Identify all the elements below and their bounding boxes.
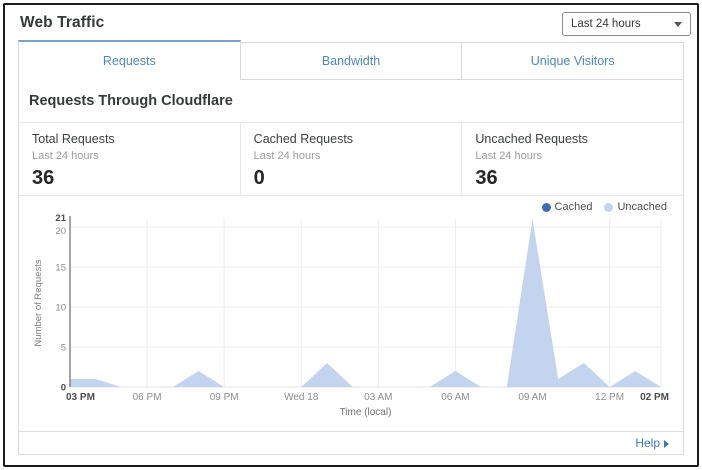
- section-heading: Requests Through Cloudflare: [29, 93, 233, 109]
- svg-text:10: 10: [55, 303, 66, 314]
- svg-text:20: 20: [55, 226, 66, 237]
- stat-sublabel: Last 24 hours: [32, 150, 230, 162]
- stat-sublabel: Last 24 hours: [475, 150, 673, 162]
- panel-footer: Help: [19, 431, 683, 454]
- svg-text:06 PM: 06 PM: [133, 392, 162, 403]
- tab-unique-visitors-label: Unique Visitors: [531, 54, 615, 68]
- stat-value: 36: [32, 167, 230, 190]
- svg-text:21: 21: [55, 213, 66, 224]
- stat-value: 36: [475, 167, 673, 190]
- requests-chart[interactable]: 051015202103 PM06 PM09 PMWed 1803 AM06 A…: [19, 210, 685, 425]
- panel-header: Web Traffic: [20, 5, 104, 41]
- svg-text:06 AM: 06 AM: [441, 392, 469, 403]
- stats-row: Total Requests Last 24 hours 36 Cached R…: [19, 122, 683, 196]
- svg-text:09 PM: 09 PM: [210, 392, 239, 403]
- svg-text:09 AM: 09 AM: [518, 392, 546, 403]
- svg-text:03 PM: 03 PM: [66, 392, 95, 403]
- stat-sublabel: Last 24 hours: [254, 150, 452, 162]
- requests-area-chart-svg[interactable]: 051015202103 PM06 PM09 PMWed 1803 AM06 A…: [19, 210, 685, 425]
- stat-value: 0: [254, 167, 452, 190]
- svg-text:15: 15: [55, 263, 66, 274]
- stat-label: Total Requests: [32, 132, 230, 146]
- tab-bar: Requests Bandwidth Unique Visitors: [18, 40, 684, 80]
- stat-total-requests: Total Requests Last 24 hours 36: [19, 123, 240, 195]
- tab-requests-label: Requests: [103, 54, 156, 68]
- tab-requests[interactable]: Requests: [18, 40, 241, 80]
- page-title: Web Traffic: [20, 14, 104, 32]
- tab-unique-visitors[interactable]: Unique Visitors: [461, 42, 684, 80]
- help-label: Help: [635, 436, 660, 450]
- stat-label: Cached Requests: [254, 132, 452, 146]
- time-range-value: Last 24 hours: [571, 18, 674, 30]
- stat-uncached-requests: Uncached Requests Last 24 hours 36: [461, 123, 683, 195]
- stat-label: Uncached Requests: [475, 132, 673, 146]
- web-traffic-panel: Web Traffic Last 24 hours Requests Bandw…: [3, 3, 699, 467]
- svg-text:Wed 18: Wed 18: [284, 392, 319, 403]
- help-link[interactable]: Help: [635, 436, 669, 450]
- chevron-down-icon: [674, 22, 682, 27]
- svg-text:Time (local): Time (local): [340, 407, 392, 418]
- triangle-right-icon: [664, 440, 669, 448]
- svg-text:03 AM: 03 AM: [364, 392, 392, 403]
- svg-text:5: 5: [61, 343, 66, 354]
- time-range-dropdown[interactable]: Last 24 hours: [562, 12, 691, 36]
- tab-bandwidth-label: Bandwidth: [322, 54, 380, 68]
- requests-tab-panel: Requests Through Cloudflare Total Reques…: [18, 80, 684, 455]
- tab-bandwidth[interactable]: Bandwidth: [241, 42, 462, 80]
- svg-text:02 PM: 02 PM: [640, 392, 669, 403]
- svg-text:Number of Requests: Number of Requests: [33, 259, 44, 346]
- svg-text:12 PM: 12 PM: [595, 392, 624, 403]
- stat-cached-requests: Cached Requests Last 24 hours 0: [240, 123, 462, 195]
